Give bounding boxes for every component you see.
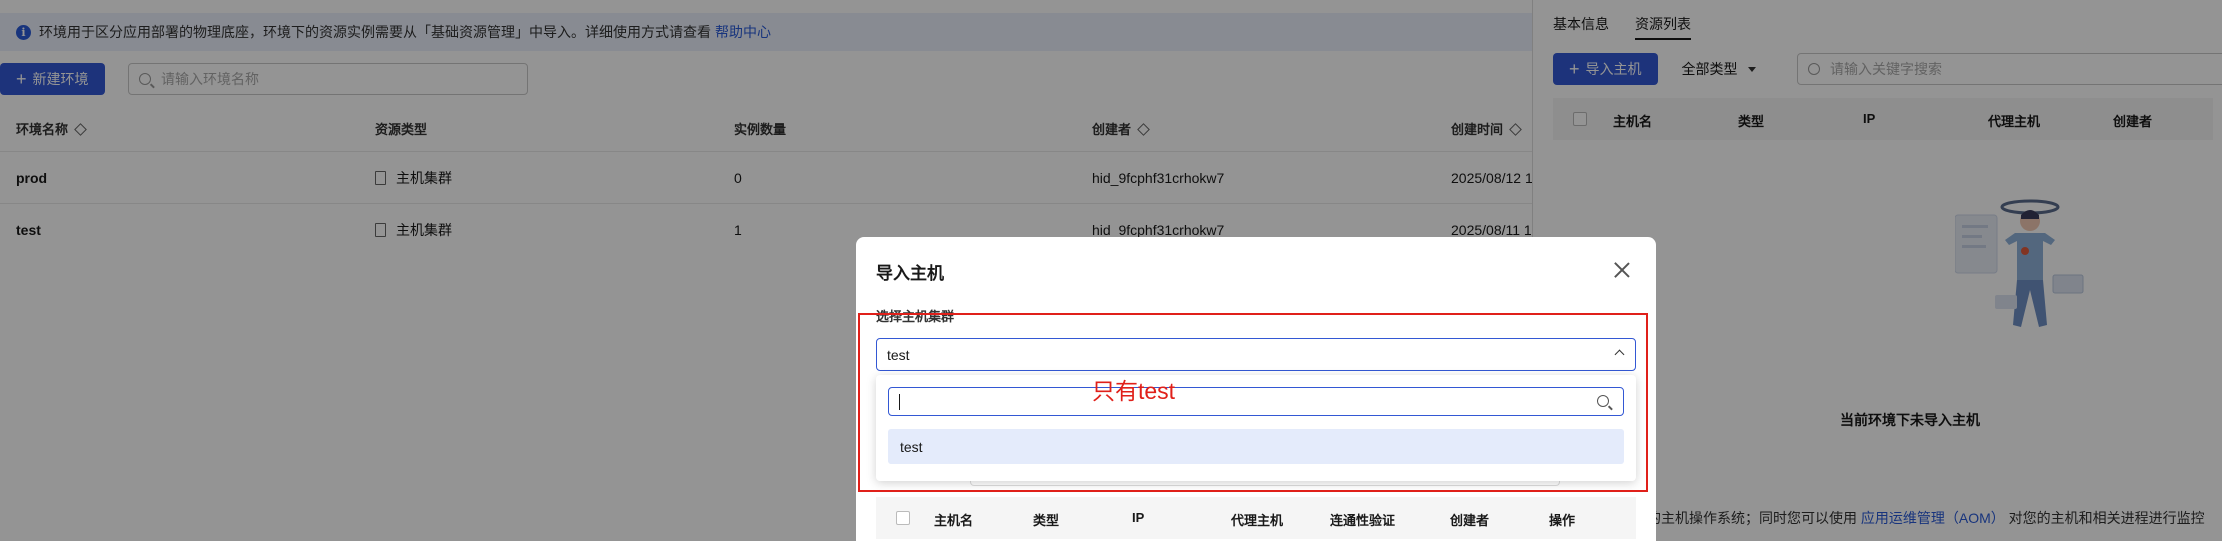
header-actions: 操作 (1549, 513, 1576, 528)
header-type: 类型 (1033, 513, 1060, 528)
annotation-highlight-box (858, 313, 1648, 492)
close-icon[interactable] (1614, 262, 1630, 278)
header-hostname: 主机名 (934, 513, 974, 528)
host-table-header: 主机名 类型 IP 代理主机 连通性验证 创建者 操作 (876, 497, 1636, 539)
header-creator: 创建者 (1450, 513, 1490, 528)
header-proxy-host: 代理主机 (1231, 513, 1284, 528)
dialog-title: 导入主机 (876, 264, 944, 283)
select-all-checkbox[interactable] (896, 511, 910, 525)
annotation-text: 只有test (1092, 378, 1176, 404)
header-ip: IP (1132, 510, 1145, 525)
header-connectivity: 连通性验证 (1330, 513, 1396, 528)
